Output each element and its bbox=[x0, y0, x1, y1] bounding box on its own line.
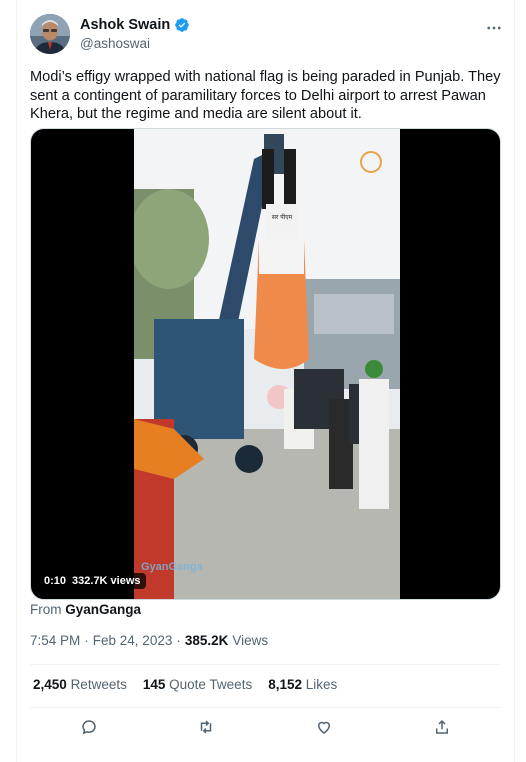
retweets-label: Retweets bbox=[70, 677, 127, 692]
views-count: 385.2K bbox=[184, 633, 229, 648]
source-prefix: From bbox=[30, 602, 62, 617]
video-player[interactable]: सर पीएम GyanGanga 0:10 332.7K views bbox=[30, 128, 501, 600]
divider-top bbox=[30, 664, 501, 665]
avatar[interactable] bbox=[30, 14, 70, 54]
engagement-stats: 2,450 Retweets 145 Quote Tweets 8,152 Li… bbox=[33, 677, 337, 692]
retweets-count: 2,450 bbox=[33, 677, 67, 692]
retweets-stat[interactable]: 2,450 Retweets bbox=[33, 677, 127, 692]
quotes-stat[interactable]: 145 Quote Tweets bbox=[143, 677, 252, 692]
meta-separator-2: · bbox=[176, 633, 181, 648]
likes-stat[interactable]: 8,152 Likes bbox=[268, 677, 337, 692]
share-button[interactable] bbox=[431, 716, 453, 738]
more-options-button[interactable] bbox=[484, 18, 504, 38]
tweet-time[interactable]: 7:54 PM bbox=[30, 633, 80, 648]
video-source: From GyanGanga bbox=[30, 602, 141, 617]
tweet-header: Ashok Swain @ashoswai bbox=[30, 14, 504, 58]
more-dots-icon bbox=[487, 26, 501, 30]
video-badge: 0:10 332.7K views bbox=[39, 573, 146, 589]
frame-right-border bbox=[514, 0, 515, 762]
meta-separator: · bbox=[84, 633, 89, 648]
like-button[interactable] bbox=[313, 716, 335, 738]
frame-left-border bbox=[16, 0, 17, 762]
video-views: 332.7K views bbox=[72, 575, 141, 587]
tweet-meta: 7:54 PM · Feb 24, 2023 · 385.2K Views bbox=[30, 633, 268, 648]
likes-label: Likes bbox=[305, 677, 338, 692]
video-watermark: GyanGanga bbox=[141, 561, 203, 573]
action-bar bbox=[30, 716, 501, 740]
retweet-icon bbox=[200, 720, 212, 734]
verified-badge-icon bbox=[175, 18, 190, 32]
author-name[interactable]: Ashok Swain bbox=[80, 17, 170, 33]
name-row: Ashok Swain bbox=[80, 17, 190, 33]
video-duration: 0:10 bbox=[44, 575, 67, 587]
reply-button[interactable] bbox=[78, 716, 100, 738]
video-frame: सर पीएम bbox=[134, 129, 400, 599]
video-thumbnail: सर पीएम bbox=[134, 129, 400, 599]
views-label: Views bbox=[232, 633, 269, 648]
like-icon bbox=[317, 721, 331, 734]
channel-logo-icon bbox=[360, 151, 382, 173]
tweet-date[interactable]: Feb 24, 2023 bbox=[93, 633, 173, 648]
share-icon bbox=[436, 719, 448, 734]
source-name[interactable]: GyanGanga bbox=[65, 602, 141, 617]
quotes-label: Quote Tweets bbox=[169, 677, 253, 692]
reply-icon bbox=[82, 720, 96, 735]
likes-count: 8,152 bbox=[268, 677, 302, 692]
tweet-text: Modi’s effigy wrapped with national flag… bbox=[30, 69, 501, 122]
retweet-button[interactable] bbox=[195, 716, 217, 738]
author-handle[interactable]: @ashoswai bbox=[80, 36, 150, 51]
effigy-sign-text: सर पीएम bbox=[272, 213, 293, 221]
quotes-count: 145 bbox=[142, 677, 166, 692]
avatar-photo-icon bbox=[30, 14, 70, 54]
divider-bottom bbox=[30, 707, 501, 708]
